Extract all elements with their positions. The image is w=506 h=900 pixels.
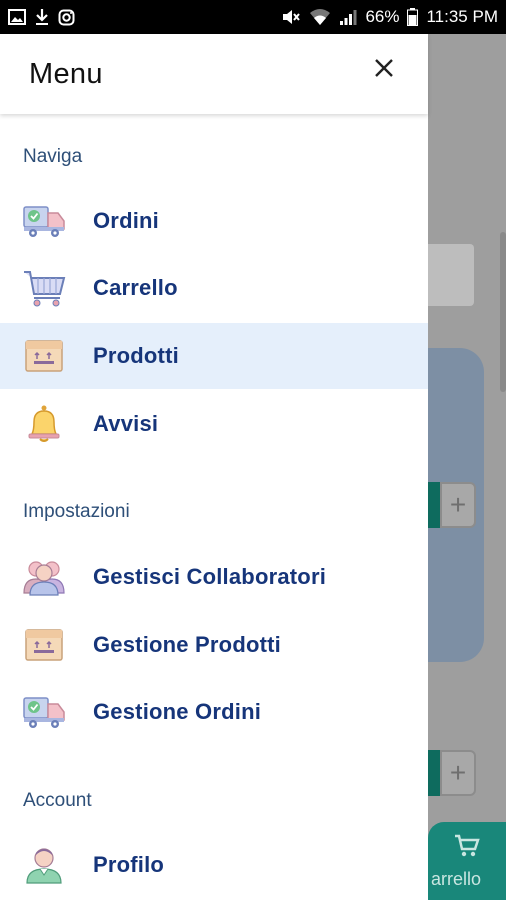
section-label-account: Account [23,790,92,811]
menu-item-label: Ordini [93,208,159,233]
menu-item-label: Prodotti [93,343,179,368]
menu-item-profilo[interactable]: Profilo [0,832,428,898]
drawer-header: Menu [0,34,428,114]
battery-percent: 66% [365,7,400,26]
truck-icon [22,690,66,734]
menu-item-label: Gestione Prodotti [93,632,281,657]
menu-item-gestisci-collaboratori[interactable]: Gestisci Collaboratori [0,544,428,610]
menu-item-prodotti[interactable]: Prodotti [0,323,428,389]
navigation-drawer: Menu Naviga Ordini Carrello Prodotti Avv… [0,34,428,900]
users-icon [22,555,66,599]
section-label-naviga: Naviga [23,146,83,167]
clock: 11:35 PM [426,7,498,26]
truck-icon [22,199,66,243]
menu-item-carrello[interactable]: Carrello [0,255,428,321]
menu-item-label: Carrello [93,275,178,300]
background-plus-button[interactable]: + [440,750,476,796]
menu-item-label: Gestisci Collaboratori [93,564,327,589]
status-bar: 66% 11:35 PM [0,0,506,34]
background-scrollbar [500,232,506,392]
signal-icon [339,8,357,26]
box-icon [22,623,66,667]
background-app: + + arrello [428,34,506,900]
box-icon [22,334,66,378]
background-card [428,244,474,306]
menu-item-avvisi[interactable]: Avvisi [0,391,428,457]
menu-item-ordini[interactable]: Ordini [0,188,428,254]
user-icon [22,843,66,887]
close-button[interactable] [370,56,398,84]
background-plus-button[interactable]: + [440,482,476,528]
menu-item-label: Gestione Ordini [93,699,262,724]
menu-item-label: Avvisi [93,411,159,436]
background-quantity-bar [428,750,440,796]
image-icon [8,9,26,25]
cart-fab-label: arrello [430,869,482,889]
drawer-title: Menu [29,57,103,90]
menu-item-gestione-ordini[interactable]: Gestione Ordini [0,679,428,745]
bell-icon [22,402,66,446]
background-quantity-bar [428,482,440,528]
cart-fab-button[interactable]: arrello [428,822,506,900]
mute-icon [281,8,301,26]
close-icon [374,58,394,83]
cart-icon [454,834,480,863]
wifi-icon [309,8,331,26]
section-label-impostazioni: Impostazioni [23,501,130,522]
battery-icon [407,8,419,26]
menu-item-label: Profilo [93,852,165,877]
cart-icon [22,266,66,310]
instagram-icon [58,9,75,26]
menu-item-gestione-prodotti[interactable]: Gestione Prodotti [0,612,428,678]
download-icon [34,8,50,26]
